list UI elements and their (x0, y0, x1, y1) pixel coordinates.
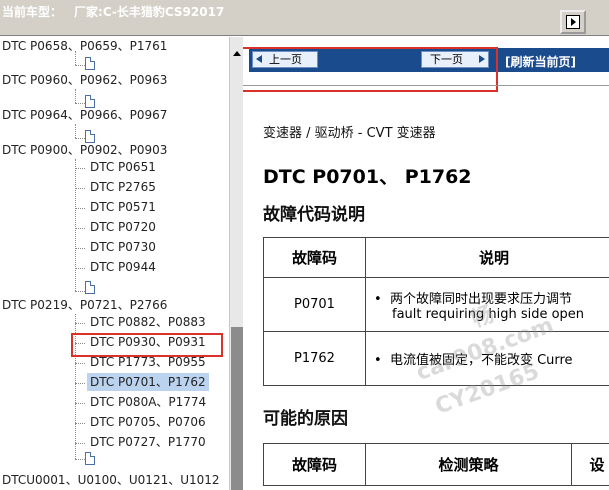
current-model-title: 当前车型： 厂家:C-长丰猎豹CS92017 (2, 3, 224, 20)
tree-item[interactable]: DTC P0571 (90, 198, 156, 216)
current-model-value: 厂家:C-长丰猎豹CS92017 (74, 5, 225, 19)
tree-item[interactable]: DTC P0882、P0883 (90, 313, 206, 331)
tree-group[interactable]: DTC P0658、P0659、P1761 (2, 37, 167, 55)
tree-connector (75, 138, 85, 139)
tree-connector (75, 248, 85, 249)
tree-item[interactable]: DTC P080A、P1774 (90, 393, 206, 411)
dtc-code-cell: P1762 (263, 331, 366, 386)
breadcrumb: 变速器 / 驱动桥 - CVT 变速器 (263, 126, 436, 141)
table-row: P0701 • 两个故障同时出现要求压力调节 fault requiring h… (263, 277, 609, 332)
tree-connector (75, 65, 85, 66)
dtc-tree: DTC P0658、P0659、P1761 DTC P0960、P0962、P0… (0, 37, 229, 490)
section-heading-causes: 可能的原因 (263, 409, 348, 429)
column-header: 说明 (365, 237, 609, 278)
tree-connector (75, 51, 76, 65)
tree-connector (75, 124, 76, 138)
tree-connector (75, 89, 76, 103)
tree-item-selected[interactable]: DTC P0701、P1762 (87, 373, 209, 391)
tree-connector (75, 188, 85, 189)
column-header: 故障码 (263, 443, 366, 486)
document-pane: 上一页 下一页 [刷新当前页] 变速器 / 驱动桥 - CVT 变速器 DTC … (243, 37, 609, 490)
tree-item[interactable]: DTC P2765 (90, 178, 156, 196)
current-model-label: 当前车型： (2, 5, 63, 19)
tree-scrollbar[interactable] (229, 37, 243, 490)
tree-connector (75, 168, 85, 169)
document-icon[interactable] (85, 281, 95, 294)
tree-connector (75, 363, 85, 364)
tree-item[interactable]: DTC P0727、P1770 (90, 433, 206, 451)
tree-connector (75, 403, 85, 404)
dtc-code-cell: P0701 (263, 277, 366, 332)
tree-connector (75, 159, 76, 291)
selection-highlight (71, 333, 223, 357)
tree-connector (75, 103, 85, 104)
scroll-up-icon[interactable] (233, 51, 241, 56)
top-bar: 当前车型： 厂家:C-长丰猎豹CS92017 (0, 0, 609, 36)
tree-connector (75, 291, 85, 292)
possible-causes-table: 故障码 检测策略 设 (263, 443, 609, 486)
tree-connector (75, 268, 85, 269)
tree-connector (75, 208, 85, 209)
tree-group[interactable]: DTC P0960、P0962、P0963 (2, 71, 167, 89)
column-header: 设 (571, 443, 609, 486)
scroll-thumb[interactable] (231, 327, 243, 490)
tree-group[interactable]: DTC P0900、P0902、P0903 (2, 141, 167, 159)
tree-group[interactable]: DTC P0219、P0721、P2766 (2, 296, 167, 314)
tree-item[interactable]: DTC P0944 (90, 258, 156, 276)
tree-item[interactable]: DTC P0705、P0706 (90, 413, 206, 431)
play-icon (566, 15, 580, 29)
column-header: 故障码 (263, 237, 366, 278)
tree-connector (75, 423, 85, 424)
tree-connector (75, 383, 85, 384)
tree-item[interactable]: DTC P0730 (90, 238, 156, 256)
tree-item[interactable]: DTC P0720 (90, 218, 156, 236)
table-header-row: 故障码 说明 (263, 237, 609, 278)
tree-connector (75, 459, 85, 460)
document-icon[interactable] (85, 57, 95, 70)
refresh-page-link[interactable]: [刷新当前页] (505, 53, 576, 70)
tree-item[interactable]: DTC P0651 (90, 158, 156, 176)
column-header: 检测策略 (365, 443, 572, 486)
document-icon[interactable] (85, 452, 95, 465)
section-heading-description: 故障代码说明 (263, 205, 365, 225)
tree-group[interactable]: DTC P0964、P0966、P0967 (2, 106, 167, 124)
page-nav-bar: 上一页 下一页 [刷新当前页] (243, 47, 609, 92)
tree-connector (75, 323, 85, 324)
divider (243, 85, 609, 86)
table-header-row: 故障码 检测策略 设 (263, 443, 609, 486)
toggle-panel-button[interactable] (560, 10, 586, 34)
tree-connector (75, 443, 85, 444)
page-title: DTC P0701、 P1762 (263, 166, 472, 188)
tree-connector (75, 228, 85, 229)
tree-group[interactable]: DTCU0001、U0100、U0121、U1012 (2, 471, 220, 489)
